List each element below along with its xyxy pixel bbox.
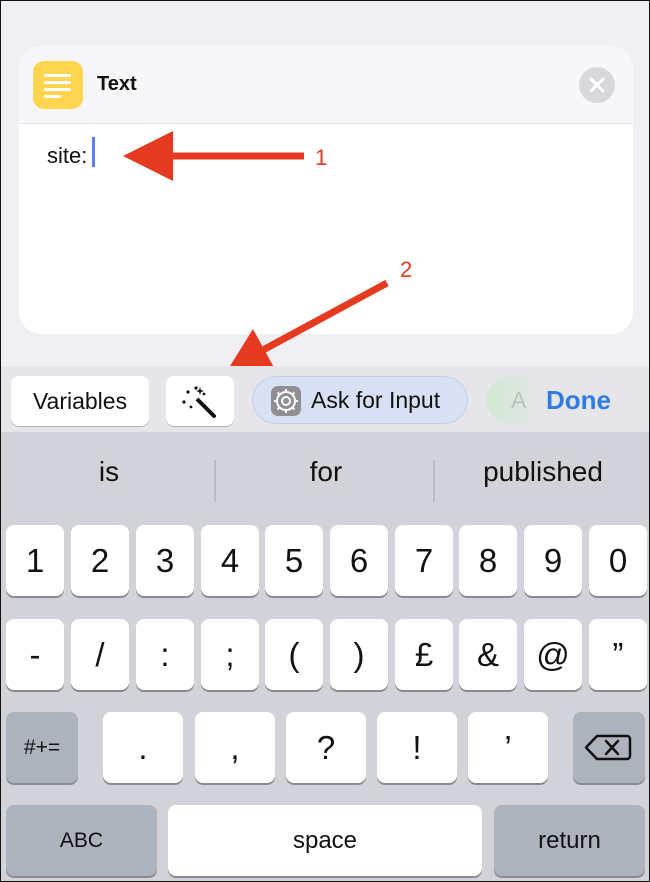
partial-pill-label: A (511, 387, 527, 413)
editor-area: Text site: 1 2 (0, 0, 650, 367)
key-6[interactable]: 6 (330, 525, 388, 596)
magic-variable-button[interactable] (166, 376, 234, 426)
done-button[interactable]: Done (546, 366, 611, 434)
return-key[interactable]: return (494, 805, 645, 876)
key-apostrophe[interactable]: ’ (468, 712, 548, 783)
suggestion-item[interactable]: published (435, 456, 650, 488)
ask-for-input-label: Ask for Input (311, 387, 441, 413)
annotation-arrows (123, 131, 389, 367)
ask-for-input-button[interactable]: Ask for Input (252, 376, 468, 424)
key-open-paren[interactable]: ( (265, 619, 323, 690)
key-5[interactable]: 5 (265, 525, 323, 596)
annotation-label-2: 2 (400, 257, 413, 282)
variables-button[interactable]: Variables (11, 376, 149, 426)
key-period[interactable]: . (103, 712, 183, 783)
input-toolbar: Variables Ask for Input A Done (0, 366, 650, 432)
key-1[interactable]: 1 (6, 525, 64, 596)
key-0[interactable]: 0 (589, 525, 647, 596)
key-at[interactable]: @ (524, 619, 582, 690)
key-2[interactable]: 2 (71, 525, 129, 596)
key-3[interactable]: 3 (136, 525, 194, 596)
key-8[interactable]: 8 (459, 525, 517, 596)
key-close-paren[interactable]: ) (330, 619, 388, 690)
suggestion-bar: is for published (1, 432, 650, 522)
key-quote[interactable]: ” (589, 619, 647, 690)
keyboard: is for published 1 2 3 4 5 6 7 8 9 0 - /… (0, 432, 650, 882)
suggestion-item[interactable]: is (1, 456, 217, 488)
key-semicolon[interactable]: ; (201, 619, 259, 690)
key-hyphen[interactable]: - (6, 619, 64, 690)
key-colon[interactable]: : (136, 619, 194, 690)
gear-icon (271, 386, 301, 416)
key-ampersand[interactable]: & (459, 619, 517, 690)
key-exclamation[interactable]: ! (377, 712, 457, 783)
key-slash[interactable]: / (71, 619, 129, 690)
key-comma[interactable]: , (195, 712, 275, 783)
backspace-icon (584, 734, 632, 761)
key-question[interactable]: ? (286, 712, 366, 783)
space-key[interactable]: space (168, 805, 482, 876)
key-7[interactable]: 7 (395, 525, 453, 596)
suggestion-item[interactable]: for (218, 456, 434, 488)
delete-key[interactable] (573, 712, 645, 783)
annotation-label-1: 1 (315, 145, 328, 170)
key-pound[interactable]: £ (395, 619, 453, 690)
key-9[interactable]: 9 (524, 525, 582, 596)
partial-variable-pill[interactable]: A (487, 376, 547, 424)
symbols-toggle-key[interactable]: #+= (6, 712, 78, 783)
abc-key[interactable]: ABC (6, 805, 157, 876)
magic-wand-icon (182, 386, 216, 418)
key-4[interactable]: 4 (201, 525, 259, 596)
suggestion-divider (214, 460, 216, 502)
